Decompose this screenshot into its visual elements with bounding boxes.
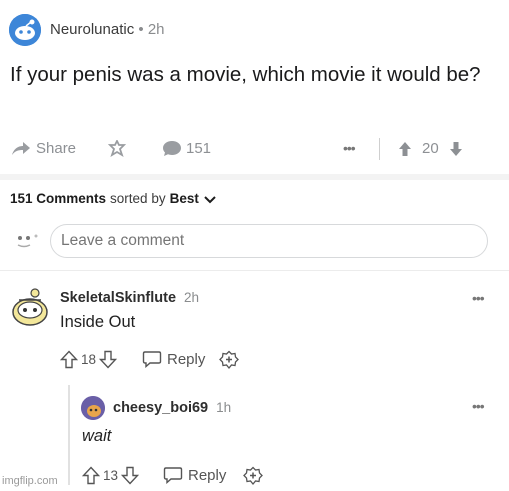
snoo-avatar-icon <box>9 14 41 46</box>
post-title[interactable]: If your penis was a movie, which movie i… <box>10 60 490 89</box>
share-arrow-icon <box>12 141 30 155</box>
sort-value[interactable]: Best <box>170 191 199 207</box>
comments-sort-bar[interactable]: 151 Comments sorted by Best <box>10 191 217 207</box>
award-button[interactable] <box>108 140 126 158</box>
snoo-avatar-icon <box>81 396 105 420</box>
post-score: 20 <box>422 140 439 157</box>
reply-button[interactable]: Reply <box>163 466 226 484</box>
separator-dot: • <box>138 21 148 38</box>
user-face-icon <box>17 234 38 248</box>
share-label: Share <box>36 140 77 157</box>
chevron-down-icon[interactable] <box>203 193 217 207</box>
post-more-button[interactable]: ••• <box>343 140 356 156</box>
snoo-avatar-icon <box>12 288 48 326</box>
post-age: 2h <box>147 21 165 38</box>
downvote-icon[interactable] <box>99 350 118 369</box>
reply-label: Reply <box>167 350 206 368</box>
action-divider <box>379 138 380 160</box>
downvote-icon[interactable] <box>121 466 140 485</box>
post-author[interactable]: Neurolunatic <box>50 21 134 38</box>
add-award-button[interactable] <box>243 466 263 486</box>
reply-bubble-icon <box>163 467 183 484</box>
reply-button[interactable]: Reply <box>142 350 205 368</box>
downvote-icon[interactable] <box>449 141 463 157</box>
reply-body: wait <box>82 427 112 445</box>
reply-author-avatar[interactable] <box>81 396 105 420</box>
reply-label: Reply <box>188 466 227 484</box>
comment-meta: SkeletalSkinflute 2h <box>60 290 199 306</box>
award-icon <box>108 140 126 158</box>
post-author-line: Neurolunatic • 2h <box>50 21 165 38</box>
reply-author[interactable]: cheesy_boi69 <box>113 400 208 416</box>
upvote-icon[interactable] <box>398 141 412 157</box>
user-avatar <box>8 228 42 254</box>
reply-meta: cheesy_boi69 1h <box>113 400 231 416</box>
add-award-button[interactable] <box>219 350 239 370</box>
reply-bubble-icon <box>142 351 162 368</box>
comment-vote-bar: 18 <box>60 350 118 369</box>
author-avatar[interactable] <box>9 14 41 46</box>
sorted-by-label: sorted by <box>110 191 166 206</box>
upvote-icon[interactable] <box>82 466 100 485</box>
comment-count: 151 <box>186 140 212 157</box>
more-dots-icon: ••• <box>343 140 356 156</box>
section-divider <box>0 174 509 180</box>
add-award-icon <box>243 466 263 486</box>
post-vote-bar: 20 <box>398 140 463 157</box>
share-button[interactable]: Share <box>10 140 76 157</box>
more-dots-icon[interactable]: ••• <box>472 398 485 414</box>
more-dots-icon[interactable]: ••• <box>472 290 485 306</box>
comment-age: 2h <box>184 290 200 305</box>
comment-body: Inside Out <box>60 313 136 331</box>
reply-score: 13 <box>103 468 119 483</box>
commenter-avatar[interactable] <box>9 288 51 328</box>
comments-count-label: 151 Comments <box>10 191 107 206</box>
comment-input[interactable] <box>50 224 488 258</box>
comment-bubble-icon <box>163 141 181 156</box>
input-divider <box>0 270 509 271</box>
comment-author[interactable]: SkeletalSkinflute <box>60 290 176 306</box>
upvote-icon[interactable] <box>60 350 78 369</box>
watermark: imgflip.com <box>2 475 58 487</box>
comment-score: 18 <box>81 352 97 367</box>
add-award-icon <box>219 350 239 370</box>
reply-age: 1h <box>216 400 232 415</box>
reply-vote-bar: 13 <box>82 466 140 485</box>
comments-button[interactable]: 151 <box>162 140 211 157</box>
thread-line[interactable] <box>68 385 70 485</box>
